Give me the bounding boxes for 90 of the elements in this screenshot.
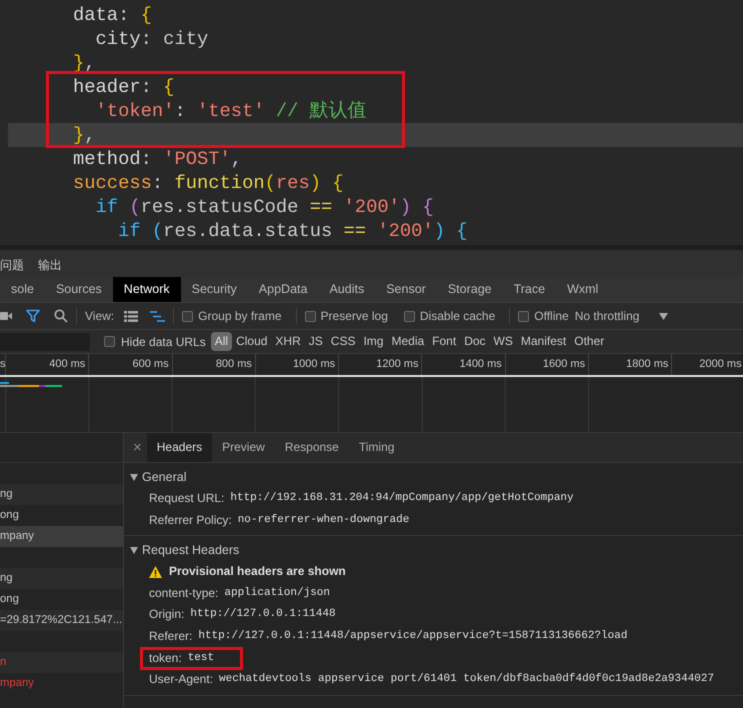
section-title[interactable]: Request Headers (142, 543, 240, 558)
time-tick: 1000 ms (256, 354, 340, 375)
caret-icon[interactable] (659, 312, 668, 320)
header-value: no-referrer-when-downgrade (238, 512, 410, 528)
request-row[interactable]: mpany (0, 526, 123, 547)
section-title[interactable]: General (142, 470, 186, 484)
type-filter[interactable]: Font (428, 332, 460, 351)
code-line: 'token': 'test' // 默认值 (94, 99, 368, 123)
header-name: Referrer Policy: (149, 512, 232, 529)
time-tick: 1200 ms (339, 354, 422, 375)
devtools-tab[interactable]: Audits (318, 277, 376, 302)
header-value: test (188, 650, 214, 666)
close-button[interactable]: × (124, 433, 147, 462)
throttling-select[interactable]: No throttling (574, 309, 640, 323)
expand-triangle-icon[interactable] (130, 474, 138, 480)
checkbox-label: Group by frame (198, 309, 282, 323)
devtools-tab[interactable]: Network (112, 277, 181, 302)
header-value: application/json (224, 586, 330, 601)
time-tick: 1800 ms (589, 354, 672, 375)
detail-tab[interactable]: Preview (212, 433, 275, 462)
checkbox[interactable] (182, 310, 194, 322)
filter-icon[interactable] (26, 309, 40, 323)
devtools-tab[interactable]: AppData (248, 277, 318, 302)
checkbox-label: Preserve log (320, 309, 388, 323)
panel-tab[interactable]: 问题 (0, 257, 24, 277)
type-filter[interactable]: Other (570, 332, 608, 351)
devtools-tab[interactable]: Storage (436, 277, 503, 302)
devtools-tab[interactable]: Sources (44, 277, 113, 302)
devtools-tab[interactable]: Sensor (375, 277, 437, 302)
code-line: if (res.data.status == '200') { (117, 219, 468, 243)
devtools-tab[interactable]: Wxml (556, 277, 610, 302)
header-name: token: (149, 650, 182, 667)
expand-triangle-icon[interactable] (130, 546, 138, 554)
time-tick: 400 ms (6, 354, 90, 375)
video-camera-icon[interactable] (0, 311, 12, 321)
type-filter[interactable]: CSS (326, 332, 360, 351)
time-tick: 1600 ms (506, 354, 590, 375)
code-line: success: function(res) { (72, 171, 345, 195)
detail-tab[interactable]: Timing (348, 433, 404, 462)
header-value: http://127.0.0.1:11448/appservice/appservice?t=1587113136662?load (198, 628, 628, 644)
type-filter[interactable]: XHR (271, 332, 305, 351)
checkbox[interactable] (518, 310, 530, 322)
warning-icon (149, 566, 162, 578)
code-line: method: 'POST', (72, 147, 244, 171)
devtools-tab[interactable]: Security (180, 277, 248, 302)
time-tick: 600 ms (89, 354, 173, 375)
code-line: city: city (94, 27, 210, 51)
header-name: content-type: (149, 584, 218, 602)
checkbox[interactable] (404, 310, 415, 322)
devtools-tab[interactable]: Trace (502, 277, 556, 302)
checkbox-label: Offline (534, 309, 569, 323)
request-row[interactable]: ng (0, 484, 123, 505)
type-filter[interactable]: JS (304, 332, 327, 351)
type-filter[interactable]: Img (359, 332, 388, 351)
header-name: Origin: (149, 606, 184, 624)
header-value: http://127.0.0.1:11448 (190, 607, 336, 622)
header-name: User-Agent: (149, 671, 214, 688)
devtools-tab[interactable]: sole (0, 277, 45, 302)
time-tick: 2000 ms (698, 357, 743, 372)
type-filter[interactable]: Doc (460, 332, 490, 351)
checkbox[interactable] (104, 336, 115, 347)
panel-tab[interactable]: 输出 (38, 257, 62, 277)
time-tick: s (0, 354, 6, 375)
checkbox-label: Hide data URLs (121, 334, 206, 348)
type-filter[interactable]: Manifest (516, 332, 570, 351)
header-name: Referer: (149, 628, 192, 645)
type-filter[interactable]: Media (387, 332, 428, 351)
type-filter[interactable]: WS (490, 332, 517, 351)
waterfall-icon[interactable] (150, 310, 166, 322)
time-tick: 800 ms (172, 354, 256, 375)
code-line: if (res.statusCode == '200') { (94, 195, 435, 219)
view-label: View: (85, 309, 114, 323)
detail-tab[interactable]: Headers (146, 433, 212, 462)
request-row[interactable]: =29.8172%2C121.547... (0, 610, 123, 631)
warning-text: Provisional headers are shown (169, 563, 346, 580)
search-icon[interactable] (54, 309, 68, 323)
list-icon[interactable] (124, 310, 138, 322)
request-row[interactable]: ng (0, 568, 123, 589)
type-filter[interactable]: Cloud (232, 332, 272, 351)
code-line: header: { (72, 75, 176, 99)
checkbox-label: Disable cache (420, 309, 496, 323)
time-tick: 1400 ms (422, 354, 506, 375)
header-value: wechatdevtools appservice port/61401 token/dbf8acba0df4d0f0c19ad8e2a9344027 (219, 672, 714, 688)
checkbox[interactable] (304, 310, 316, 322)
header-value: http://192.168.31.204:94/mpCompany/app/getHotCompany (230, 491, 574, 506)
waterfall-drawing (0, 382, 62, 388)
code-line: data: { (72, 3, 153, 27)
detail-tab[interactable]: Response (274, 433, 349, 462)
header-name: Request URL: (149, 490, 224, 507)
type-filter[interactable]: All (210, 332, 232, 351)
